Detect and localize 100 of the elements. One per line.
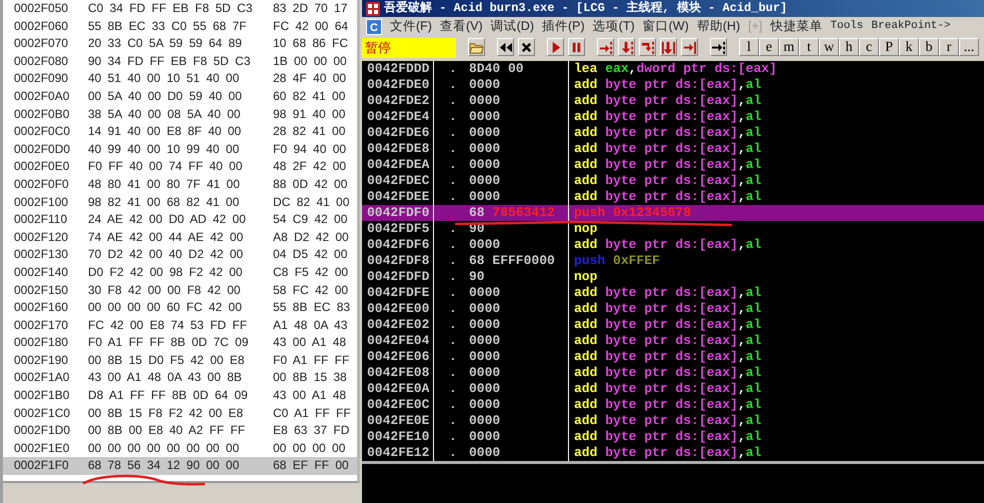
menu-item[interactable]: 插件(P)	[538, 17, 589, 36]
hex-bytes: 58 FC 42 00	[273, 282, 348, 296]
hex-bytes: 00 00 00 00 60 FC 42 00	[88, 299, 243, 316]
hex-bytes: 43 00 A1 48	[273, 388, 346, 402]
hex-bytes: 0000	[469, 189, 500, 204]
address-text: 0002F050	[14, 0, 70, 17]
menu-item[interactable]: 帮助(H)	[692, 17, 744, 36]
hex-bytes: 38 5A 40 00 08 5A 40 00	[88, 106, 242, 123]
selected-row[interactable]: 0042FDF0 68 78563412 push 0x12345678	[362, 205, 984, 221]
hex-bytes: F0 A1 FF FF	[273, 352, 350, 367]
address-text: 0002F090	[14, 70, 70, 88]
marker-text: .	[449, 429, 458, 445]
hex-bytes: 0000	[469, 349, 500, 364]
hex-bytes: 90	[469, 269, 485, 284]
hex-bytes: 55 8B EC 83	[273, 300, 350, 314]
menu-item[interactable]: Tools	[826, 17, 868, 36]
address-text: 0002F1F0	[14, 457, 70, 474]
instruction-text: add byte ptr ds:[eax],al	[573, 413, 762, 428]
hex-bytes: 60 82 41 00	[273, 88, 346, 103]
hex-bytes: 00 00 00 00 00 00 00 00	[88, 440, 240, 457]
hex-bytes: 0000	[469, 317, 500, 332]
marker-text: .	[449, 333, 458, 349]
toolbar-button[interactable]: c	[859, 38, 879, 56]
instruction-text: add byte ptr ds:[eax],al	[573, 429, 762, 444]
menu-item[interactable]: 文件(F)	[386, 17, 436, 36]
toolbar-button[interactable]	[518, 38, 535, 56]
address-text: 0042FE04	[362, 333, 434, 349]
hex-bytes: 98 91 40 00	[273, 106, 346, 121]
hex-bytes: 04 D5 42 00	[273, 247, 348, 262]
hex-bytes: 48 80 41 00 80 7F 41 00	[88, 176, 241, 193]
instruction-text: add byte ptr ds:[eax],al	[573, 349, 762, 364]
toolbar-button[interactable]: h	[839, 38, 859, 56]
address-text: 0042FDEA	[362, 157, 434, 173]
menu-item[interactable]: 选项(T)	[588, 17, 639, 36]
address-text: 0002F130	[14, 246, 70, 264]
address-text: 0002F1D0	[14, 422, 72, 440]
hex-bytes: 30 F8 42 00 00 F8 42 00	[88, 282, 242, 298]
toolbar-button[interactable]	[710, 38, 727, 56]
hex-bytes: 0000	[469, 285, 500, 300]
menu-logo-button[interactable]: C	[366, 18, 382, 34]
hex-bytes: D8 A1 FF FF 8B 0D 64 09	[88, 387, 249, 404]
toolbar-button[interactable]: k	[899, 38, 919, 56]
hex-bytes: 28 82 41 00	[273, 124, 346, 138]
toolbar-button[interactable]	[547, 38, 564, 56]
hex-bytes: 74 AE 42 00 44 AE 42 00	[88, 228, 244, 246]
instruction-text: add byte ptr ds:[eax],al	[573, 445, 762, 460]
menu-item[interactable]: 调试(D)	[486, 17, 538, 36]
address-text: 0042FDF8	[362, 253, 434, 269]
toolbar-button[interactable]	[597, 38, 614, 56]
hex-bytes: 00 8B 15 38	[273, 370, 347, 384]
address-text: 0002F0C0	[14, 123, 72, 140]
toolbar-button[interactable]	[681, 38, 698, 56]
toolbar-button[interactable]: w	[819, 38, 839, 56]
marker-text: .	[449, 253, 458, 269]
hex-bytes: 8D40 00	[469, 61, 524, 76]
hex-bytes: 0000	[469, 429, 500, 444]
instruction-text: add byte ptr ds:[eax],al	[573, 173, 762, 188]
marker-text: .	[449, 365, 458, 381]
toolbar-button[interactable]: e	[759, 38, 779, 56]
window-title: 吾爱破解 - Acid burn3.exe - [LCG - 主线程, 模块 - Acid_bur]	[384, 0, 788, 17]
menu-item[interactable]: BreakPoint->	[867, 17, 955, 36]
toolbar-button[interactable]	[497, 38, 514, 56]
toolbar-button[interactable]: ...	[959, 38, 979, 56]
toolbar-button[interactable]: r	[939, 38, 959, 56]
address-text: 0002F170	[14, 316, 70, 334]
marker-text: .	[449, 189, 458, 205]
marker-text: .	[449, 381, 458, 397]
address-text: 0042FDE0	[362, 77, 434, 93]
address-text: 0002F070	[14, 35, 70, 52]
hex-bytes: 0000	[469, 301, 500, 316]
menu-item[interactable]: 查看(V)	[436, 17, 487, 36]
hex-bytes: 20 33 C0 5A 59 59 64 89	[88, 35, 243, 52]
address-text: 0002F080	[14, 52, 70, 70]
toolbar-button[interactable]	[618, 38, 635, 56]
address-text: 0042FE0C	[362, 397, 434, 413]
toolbar-button[interactable]: l	[739, 38, 759, 56]
toolbar-button[interactable]	[568, 38, 585, 56]
instruction-text: nop	[573, 269, 598, 284]
selected-row[interactable]: 0002F1F0 68 78 56 34 12 90 00 00 68 EF FF 00	[3, 457, 357, 476]
instruction-text: add byte ptr ds:[eax],al	[573, 157, 762, 172]
toolbar-button[interactable]: P	[879, 38, 899, 56]
toolbar-button[interactable]	[660, 38, 677, 56]
toolbar-button[interactable]: b	[919, 38, 939, 56]
marker-text: .	[449, 317, 458, 333]
toolbar-button[interactable]: m	[779, 38, 799, 56]
toolbar-button[interactable]: t	[799, 38, 819, 56]
instruction-text: add byte ptr ds:[eax],al	[573, 109, 762, 124]
marker-text: .	[449, 77, 458, 93]
instruction-text: push 0x12345678	[573, 205, 692, 220]
marker-text: .	[449, 157, 458, 173]
hex-bytes: 0000	[469, 109, 500, 124]
hex-bytes: 00 00 00 00	[273, 440, 346, 455]
address-text: 0042FDDD	[362, 61, 434, 77]
hex-bytes: 00 5A 40 00 D0 59 40 00	[88, 88, 243, 105]
marker-text: .	[449, 349, 458, 365]
hex-bytes: 68 EF FF 00	[273, 458, 349, 472]
menu-item[interactable]: 窗口(W)	[638, 17, 693, 36]
toolbar-button[interactable]	[639, 38, 656, 56]
address-text: 0002F110	[14, 211, 68, 228]
menu-item[interactable]: 快捷菜单	[766, 17, 826, 36]
